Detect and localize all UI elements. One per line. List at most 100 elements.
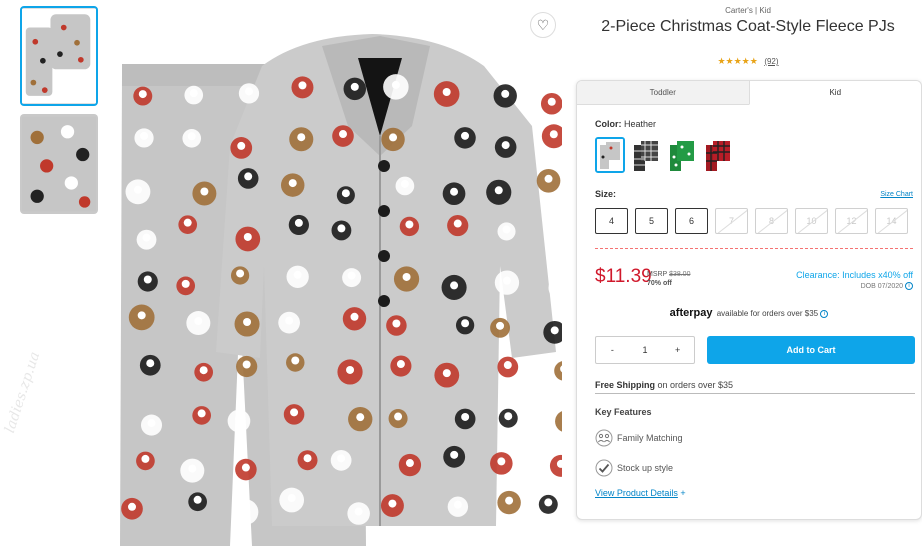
print-motif-face — [146, 359, 155, 368]
print-motif-face — [388, 499, 397, 508]
shipping-info: Free Shipping on orders over $35 — [595, 380, 915, 394]
swatch-heather[interactable] — [595, 137, 625, 173]
key-features-title: Key Features — [595, 407, 652, 417]
print-motif-face — [242, 360, 251, 369]
print-motif-face — [392, 319, 401, 328]
print-motif-face — [453, 219, 462, 228]
msrp-block: MSRP $38.00 70% off — [647, 270, 690, 288]
msrp-label: MSRP — [647, 271, 668, 278]
tab-toddler[interactable]: Toddler — [577, 81, 749, 105]
print-motif-face — [544, 174, 553, 183]
divider — [595, 248, 913, 249]
rating[interactable]: ★★★★★ (92) — [578, 56, 918, 67]
add-to-cart-button[interactable]: Add to Cart — [707, 336, 915, 364]
quantity-increase-button[interactable]: + — [661, 345, 694, 355]
print-motif-face — [188, 464, 197, 473]
print-motif-face — [453, 500, 462, 509]
print-motif-face — [461, 319, 470, 328]
pajama-illustration — [112, 6, 562, 554]
print-motif-face — [243, 317, 252, 326]
print-motif-face — [461, 412, 470, 421]
quantity-input[interactable]: 1 — [629, 345, 662, 355]
print-motif-face — [337, 224, 346, 233]
print-motif-face — [183, 218, 192, 227]
clearance-text: Clearance: Includes x40% off — [796, 270, 913, 280]
print-motif-face — [181, 279, 190, 288]
size-option-5[interactable]: 5 — [635, 208, 668, 234]
print-motif-face — [346, 365, 355, 374]
percent-off: 70% off — [647, 280, 672, 287]
dob-value: DOB 07/2020 — [860, 282, 904, 290]
print-motif-face — [504, 412, 513, 421]
swatch-red-plaid[interactable] — [703, 137, 733, 173]
print-motif-face — [200, 187, 209, 196]
print-motif-face — [402, 272, 411, 281]
print-motif-face — [189, 89, 198, 98]
afterpay-message: afterpay available for orders over $35 i — [577, 307, 921, 319]
print-motif-face — [350, 312, 359, 321]
checkmark-icon — [595, 459, 613, 477]
print-motif-face — [147, 419, 156, 428]
print-motif-face — [400, 179, 409, 188]
afterpay-logo: afterpay — [669, 307, 713, 319]
msrp-value: $38.00 — [669, 271, 691, 278]
print-motif-face — [288, 179, 297, 188]
print-motif-face — [350, 82, 359, 91]
swatch-black-plaid[interactable] — [631, 137, 661, 173]
print-motif-face — [396, 360, 405, 369]
review-count-link[interactable]: (92) — [764, 57, 778, 66]
view-product-details-link[interactable]: View Product Details + — [595, 488, 686, 498]
size-option-8: 8 — [755, 208, 788, 234]
product-main-image: ♡ — [112, 6, 562, 554]
info-icon[interactable]: i — [905, 282, 913, 290]
print-motif-face — [341, 189, 350, 198]
print-motif-face — [244, 87, 253, 96]
print-motif-face — [234, 415, 243, 424]
shipping-rest: on orders over $35 — [655, 380, 734, 390]
print-motif-face — [389, 133, 398, 142]
swatch-green-print[interactable] — [667, 137, 697, 173]
size-chart-link[interactable]: Size Chart — [880, 191, 913, 198]
size-option-6[interactable]: 6 — [675, 208, 708, 234]
quantity-decrease-button[interactable]: - — [596, 345, 629, 355]
print-motif-face — [141, 454, 150, 463]
print-motif-face — [199, 366, 208, 375]
thumbnail-list — [20, 6, 100, 222]
thumbnail-full-set[interactable] — [20, 6, 98, 106]
print-motif-face — [287, 494, 296, 503]
afterpay-info-icon[interactable]: i — [820, 309, 829, 318]
brand-line: Carter's | Kid — [725, 6, 771, 15]
print-motif-face — [293, 270, 302, 279]
print-motif-face — [503, 361, 512, 370]
color-selection: Color: Heather — [595, 119, 656, 129]
print-motif-face — [241, 506, 250, 515]
color-swatches — [595, 137, 733, 173]
print-motif-face — [193, 495, 202, 504]
dob-text: DOB 07/2020 i — [861, 282, 913, 290]
print-motif-face — [405, 220, 414, 229]
favorite-heart-icon[interactable]: ♡ — [530, 12, 556, 38]
print-motif-face — [128, 502, 137, 511]
sale-price: $11.39 — [595, 266, 652, 287]
print-motif-face — [236, 269, 245, 278]
print-motif-face — [450, 187, 459, 196]
page-title: 2-Piece Christmas Coat-Style Fleece PJs — [601, 18, 895, 35]
print-motif-face — [243, 232, 252, 241]
print-motif-face — [142, 233, 151, 242]
tab-kid[interactable]: Kid — [748, 81, 921, 105]
print-motif-face — [138, 90, 147, 99]
feature-stock-up: Stock up style — [595, 459, 673, 477]
color-selected-value: Heather — [624, 119, 657, 129]
print-motif-face — [291, 356, 300, 365]
print-motif-face — [137, 311, 146, 320]
thumbnail-fabric-detail[interactable] — [20, 114, 98, 214]
print-motif-face — [391, 80, 400, 89]
print-motif-face — [405, 459, 414, 468]
size-option-4[interactable]: 4 — [595, 208, 628, 234]
print-motif-face — [450, 281, 459, 290]
print-motif-face — [501, 141, 510, 150]
feature-family-matching: Family Matching — [595, 429, 683, 447]
color-label: Color: — [595, 119, 622, 129]
watermark-text: ladies.zp.ua — [2, 349, 44, 435]
quantity-stepper: - 1 + — [595, 336, 695, 364]
